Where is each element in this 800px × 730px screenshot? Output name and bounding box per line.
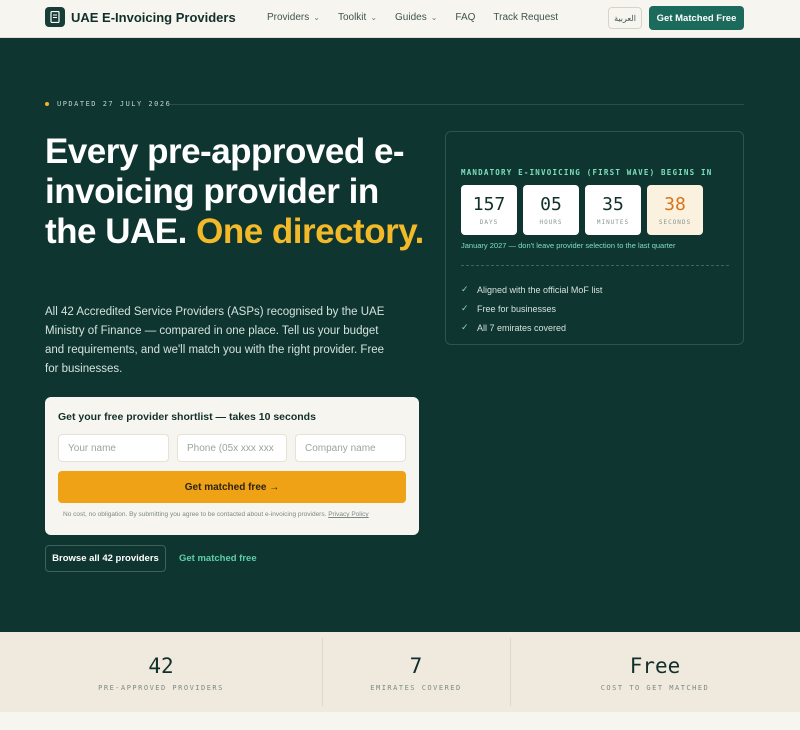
countdown-value: 38 bbox=[664, 194, 686, 215]
language-switch-button[interactable]: العربية bbox=[608, 7, 642, 29]
nav-label: Track Request bbox=[493, 12, 559, 23]
phone-field[interactable]: Phone (05x xxx xxx bbox=[177, 434, 287, 462]
countdown-tiles: 157 DAYS 05 HOURS 35 MINUTES 38 SECONDS bbox=[461, 185, 703, 235]
list-item: ✓ Free for businesses bbox=[461, 299, 602, 318]
countdown-hours: 05 HOURS bbox=[523, 185, 579, 235]
nav-item-toolkit[interactable]: Toolkit ⌄ bbox=[338, 12, 377, 23]
check-label: All 7 emirates covered bbox=[477, 322, 567, 333]
get-matched-nav-button[interactable]: Get Matched Free bbox=[649, 6, 744, 30]
stat-value: 7 bbox=[409, 654, 423, 678]
nav-links: Providers ⌄ Toolkit ⌄ Guides ⌄ FAQ Track Re… bbox=[267, 12, 576, 23]
countdown-value: 35 bbox=[602, 194, 624, 215]
countdown-title: MANDATORY E-INVOICING (FIRST WAVE) BEGIN… bbox=[461, 168, 713, 177]
countdown-unit: DAYS bbox=[479, 219, 499, 226]
stat-value: 42 bbox=[148, 654, 174, 678]
list-item: ✓ Aligned with the official MoF list bbox=[461, 280, 602, 299]
stat-label: EMIRATES COVERED bbox=[370, 684, 462, 692]
countdown-value: 05 bbox=[540, 194, 562, 215]
check-icon: ✓ bbox=[461, 322, 469, 332]
nav-label: Guides bbox=[395, 12, 427, 23]
get-matched-link[interactable]: Get matched free bbox=[179, 553, 257, 564]
document-icon bbox=[45, 7, 65, 27]
form-title: Get your free provider shortlist — takes… bbox=[58, 411, 316, 423]
browse-providers-button[interactable]: Browse all 42 providers bbox=[45, 545, 166, 572]
form-disclaimer: No cost, no obligation. By submitting yo… bbox=[63, 511, 369, 518]
company-field[interactable]: Company name bbox=[295, 434, 406, 462]
page-footer-strip bbox=[0, 712, 800, 730]
countdown-value: 157 bbox=[472, 194, 506, 215]
countdown-unit: HOURS bbox=[539, 219, 563, 226]
stats-band: 42 PRE-APPROVED PROVIDERS 7 EMIRATES COV… bbox=[0, 632, 800, 712]
disclaimer-text: No cost, no obligation. By submitting yo… bbox=[63, 511, 327, 518]
top-nav: UAE E-Invoicing Providers Providers ⌄ Too… bbox=[0, 0, 800, 38]
countdown-minutes: 35 MINUTES bbox=[585, 185, 641, 235]
chevron-down-icon: ⌄ bbox=[430, 13, 438, 22]
shortlist-form: Get your free provider shortlist — takes… bbox=[45, 397, 419, 535]
nav-label: Providers bbox=[267, 12, 310, 23]
hero-section: UPDATED 27 JULY 2026 Every pre-approved … bbox=[0, 38, 800, 632]
updated-badge: UPDATED 27 JULY 2026 bbox=[45, 100, 171, 108]
check-label: Free for businesses bbox=[477, 303, 557, 314]
countdown-seconds: 38 SECONDS bbox=[647, 185, 703, 235]
check-icon: ✓ bbox=[461, 284, 469, 294]
countdown-unit: MINUTES bbox=[596, 219, 630, 226]
chevron-down-icon: ⌄ bbox=[370, 13, 378, 22]
headline-accent: One directory. bbox=[196, 212, 424, 251]
chevron-down-icon: ⌄ bbox=[313, 13, 320, 22]
stat-providers: 42 PRE-APPROVED PROVIDERS bbox=[0, 632, 322, 712]
brand-link[interactable]: UAE E-Invoicing Providers bbox=[45, 7, 236, 27]
list-item: ✓ All 7 emirates covered bbox=[461, 318, 602, 337]
updated-label: UPDATED 27 JULY 2026 bbox=[57, 100, 172, 108]
brand-name: UAE E-Invoicing Providers bbox=[71, 9, 236, 25]
hero-description: All 42 Accredited Service Providers (ASP… bbox=[45, 306, 385, 375]
nav-label: FAQ bbox=[455, 12, 476, 23]
stat-value: Free bbox=[629, 654, 681, 678]
stat-cost: Free COST TO GET MATCHED bbox=[510, 632, 800, 712]
name-field[interactable]: Your name bbox=[58, 434, 169, 462]
get-matched-submit-button[interactable]: Get matched free → bbox=[58, 471, 406, 503]
stat-label: COST TO GET MATCHED bbox=[600, 684, 710, 692]
privacy-policy-link[interactable]: Privacy Policy bbox=[328, 511, 368, 518]
status-dot-icon bbox=[45, 102, 49, 106]
page-title: Every pre-approved e-invoicing provider … bbox=[45, 132, 425, 252]
feature-checklist: ✓ Aligned with the official MoF list ✓ Fre… bbox=[461, 280, 602, 337]
stat-emirates: 7 EMIRATES COVERED bbox=[322, 632, 510, 712]
nav-label: Toolkit bbox=[337, 12, 367, 23]
countdown-note: January 2027 — don't leave provider sele… bbox=[461, 241, 676, 250]
countdown-days: 157 DAYS bbox=[461, 185, 517, 235]
nav-item-providers[interactable]: Providers ⌄ bbox=[267, 12, 320, 23]
divider bbox=[170, 104, 744, 105]
countdown-card: MANDATORY E-INVOICING (FIRST WAVE) BEGIN… bbox=[445, 131, 744, 345]
nav-item-guides[interactable]: Guides ⌄ bbox=[395, 12, 437, 23]
stat-label: PRE-APPROVED PROVIDERS bbox=[98, 684, 224, 692]
divider bbox=[461, 265, 729, 266]
nav-item-track-request[interactable]: Track Request bbox=[493, 12, 558, 23]
countdown-unit: SECONDS bbox=[658, 219, 692, 226]
check-label: Aligned with the official MoF list bbox=[477, 284, 603, 295]
nav-item-faq[interactable]: FAQ bbox=[455, 12, 475, 23]
check-icon: ✓ bbox=[461, 303, 469, 313]
